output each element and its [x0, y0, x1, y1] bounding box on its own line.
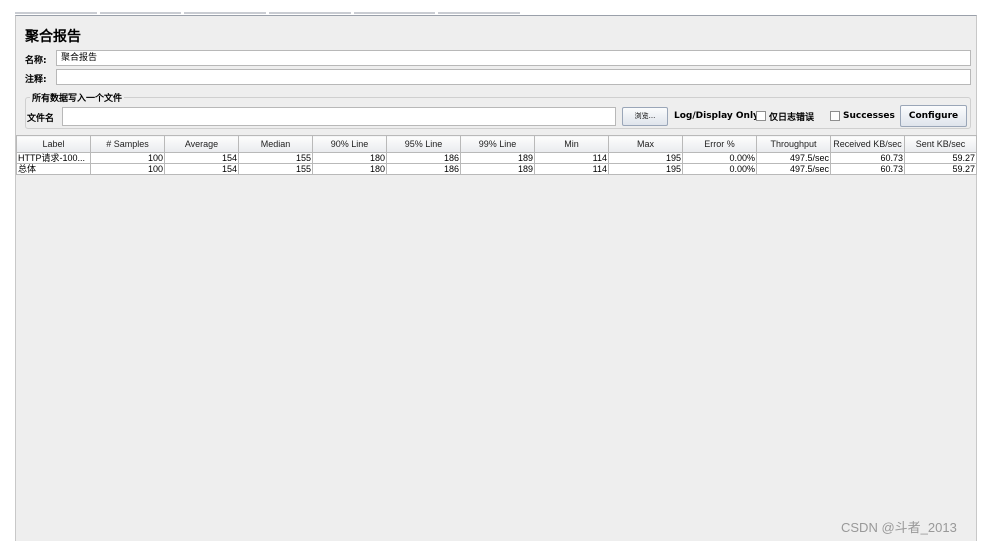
successes-checkbox[interactable] — [830, 111, 840, 121]
table-cell: 180 — [312, 152, 387, 164]
table-cell: 60.73 — [830, 152, 905, 164]
table-cell: 100 — [90, 163, 165, 175]
configure-button[interactable]: Configure — [900, 105, 967, 127]
table-cell: 60.73 — [830, 163, 905, 175]
column-header[interactable]: Median — [238, 135, 313, 153]
watermark-text: CSDN @斗者_2013 — [841, 520, 957, 535]
table-cell: 195 — [608, 152, 683, 164]
table-cell: 100 — [90, 152, 165, 164]
results-table: Label # Samples Average Median 90% Line … — [16, 135, 977, 175]
tab-indicator — [438, 10, 521, 14]
column-header[interactable]: Label — [16, 135, 91, 153]
table-cell: 0.00% — [682, 163, 757, 175]
tab-strip — [15, 10, 521, 14]
column-header[interactable]: Max — [608, 135, 683, 153]
table-cell: 189 — [460, 163, 535, 175]
log-display-only-label: Log/Display Only: — [674, 111, 763, 121]
column-header[interactable]: Throughput — [756, 135, 831, 153]
table-cell: 189 — [460, 152, 535, 164]
table-row[interactable]: 总体 100 154 155 180 186 189 114 195 0.00%… — [16, 163, 977, 175]
table-cell: 497.5/sec — [756, 152, 831, 164]
table-cell: 180 — [312, 163, 387, 175]
table-cell: 0.00% — [682, 152, 757, 164]
table-cell: 154 — [164, 163, 239, 175]
column-header[interactable]: # Samples — [90, 135, 165, 153]
table-cell: 114 — [534, 152, 609, 164]
column-header[interactable]: Average — [164, 135, 239, 153]
table-cell: 59.27 — [904, 152, 977, 164]
tab-indicator — [269, 10, 351, 14]
results-table-container: Label # Samples Average Median 90% Line … — [16, 135, 977, 175]
name-label: 名称: — [25, 56, 47, 66]
panel-title: 聚合报告 — [25, 29, 81, 45]
column-header[interactable]: 99% Line — [460, 135, 535, 153]
table-header-row: Label # Samples Average Median 90% Line … — [16, 135, 977, 153]
name-field[interactable]: 聚合报告 — [56, 50, 971, 66]
table-cell: 195 — [608, 163, 683, 175]
table-cell: 155 — [238, 163, 313, 175]
table-cell: HTTP请求-100... — [16, 152, 91, 164]
browse-button[interactable]: 浏览... — [622, 107, 668, 126]
table-cell: 总体 — [16, 163, 91, 175]
aggregate-report-panel: 聚合报告 名称: 聚合报告 注释: 所有数据写入一个文件 文件名 浏览... L… — [15, 15, 977, 541]
column-header[interactable]: Error % — [682, 135, 757, 153]
table-row[interactable]: HTTP请求-100... 100 154 155 180 186 189 11… — [16, 152, 977, 164]
tab-indicator — [353, 10, 436, 14]
tab-indicator — [99, 10, 182, 14]
comment-field[interactable] — [56, 69, 971, 85]
errors-only-label: 仅日志错误 — [769, 113, 815, 123]
tab-indicator — [184, 10, 267, 14]
table-cell: 497.5/sec — [756, 163, 831, 175]
table-cell: 186 — [386, 163, 461, 175]
filename-label: 文件名 — [27, 114, 55, 124]
write-to-file-title: 所有数据写入一个文件 — [30, 91, 125, 104]
table-cell: 59.27 — [904, 163, 977, 175]
column-header[interactable]: Received KB/sec — [830, 135, 905, 153]
filename-input[interactable] — [62, 107, 616, 126]
comment-label: 注释: — [25, 75, 47, 85]
table-cell: 154 — [164, 152, 239, 164]
tab-indicator — [15, 10, 97, 14]
column-header[interactable]: Min — [534, 135, 609, 153]
column-header[interactable]: 95% Line — [386, 135, 461, 153]
successes-label: Successes — [843, 111, 895, 121]
errors-only-checkbox[interactable] — [756, 111, 766, 121]
table-cell: 186 — [386, 152, 461, 164]
column-header[interactable]: 90% Line — [312, 135, 387, 153]
table-cell: 155 — [238, 152, 313, 164]
table-cell: 114 — [534, 163, 609, 175]
column-header[interactable]: Sent KB/sec — [904, 135, 977, 153]
